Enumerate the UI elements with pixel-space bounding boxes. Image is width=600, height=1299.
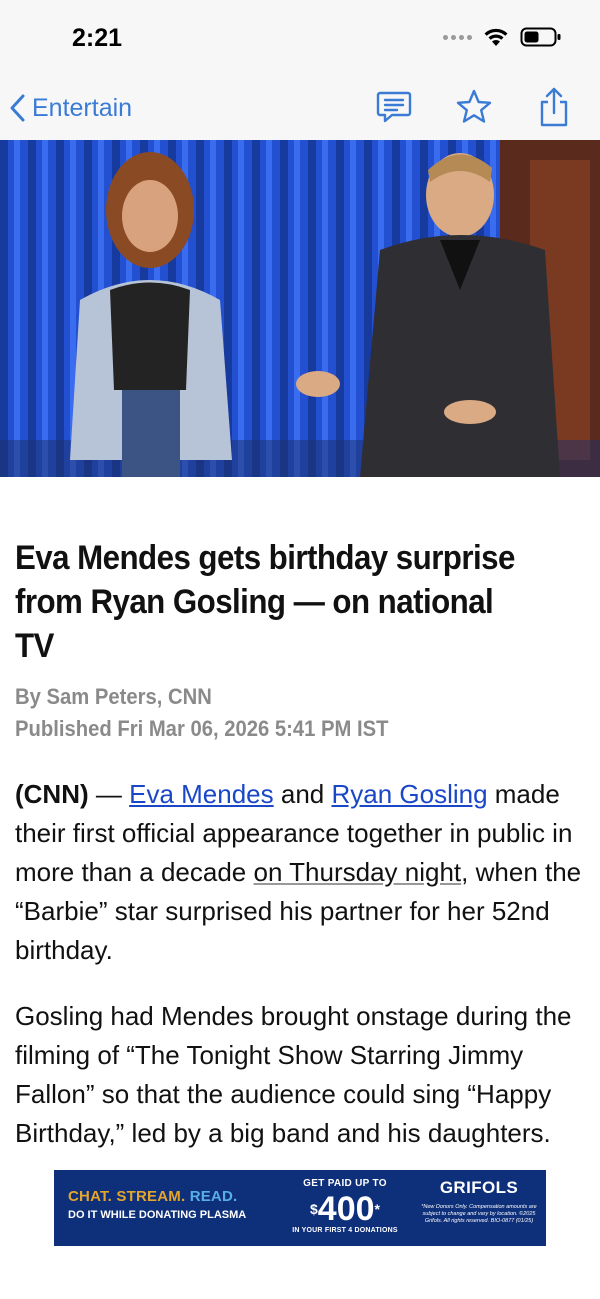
status-indicators [443,26,562,48]
ad-brand-logo: GRIFOLS [439,1178,519,1197]
ad-fine-print: *New Donors Only. Compensation amounts a… [421,1204,537,1224]
ad-left-section: CHAT. STREAM. READ. DO IT WHILE DONATING… [54,1170,280,1246]
article-headline: Eva Mendes gets birthday surprise from R… [15,539,515,665]
source-tag: (CNN) [15,779,89,809]
ad-amount-value: 400 [317,1190,375,1228]
share-button[interactable] [534,86,574,128]
ad-offer: GET PAID UP TO $400* IN YOUR FIRST 4 DON… [280,1170,410,1246]
ad-brand-section: GRIFOLS *New Donors Only. Compensation a… [410,1170,546,1246]
nav-actions [374,86,574,128]
eva-mendes-link[interactable]: Eva Mendes [129,779,274,809]
article-published-date: Published Fri Mar 06, 2026 5:41 PM IST [15,716,389,741]
battery-icon [520,27,561,47]
ryan-gosling-link[interactable]: Ryan Gosling [331,779,487,809]
ad-headline-part2: READ. [189,1188,238,1205]
ad-subline: DO IT WHILE DONATING PLASMA [68,1209,247,1221]
back-chevron-icon [10,94,25,122]
date-link[interactable]: on Thursday night [254,857,462,887]
article-byline: By Sam Peters, CNN [15,684,212,709]
article-paragraph-1: (CNN) — Eva Mendes and Ryan Gosling made… [15,775,587,970]
dash-text: — [88,779,130,809]
ad-currency: $ [310,1201,318,1217]
ad-asterisk: * [374,1201,380,1217]
star-icon [456,89,492,123]
ad-offer-amount: $400* [280,1191,410,1227]
share-icon [540,87,568,127]
status-bar: 2:21 [0,0,600,80]
ad-offer-bottom: IN YOUR FIRST 4 DONATIONS [292,1227,398,1234]
ad-headline: CHAT. STREAM. READ. [68,1188,280,1205]
wifi-icon [484,28,508,46]
comments-button[interactable] [374,86,414,128]
ad-banner[interactable]: CHAT. STREAM. READ. DO IT WHILE DONATING… [54,1170,546,1246]
ad-offer-top: GET PAID UP TO [303,1178,387,1189]
comment-icon [376,91,412,123]
cellular-signal-icon [443,34,472,40]
back-label: Entertain [32,93,133,122]
back-button[interactable]: Entertain [8,90,132,126]
favorite-button[interactable] [454,86,494,128]
article-paragraph-2: Gosling had Mendes brought onstage durin… [15,1001,572,1148]
conjunction-text: and [273,779,332,809]
hero-photo-illustration [0,140,600,477]
status-time: 2:21 [72,24,123,52]
ad-headline-part1: CHAT. STREAM. [68,1188,190,1205]
hero-image [0,140,600,477]
navigation-bar: Entertain [0,80,600,140]
